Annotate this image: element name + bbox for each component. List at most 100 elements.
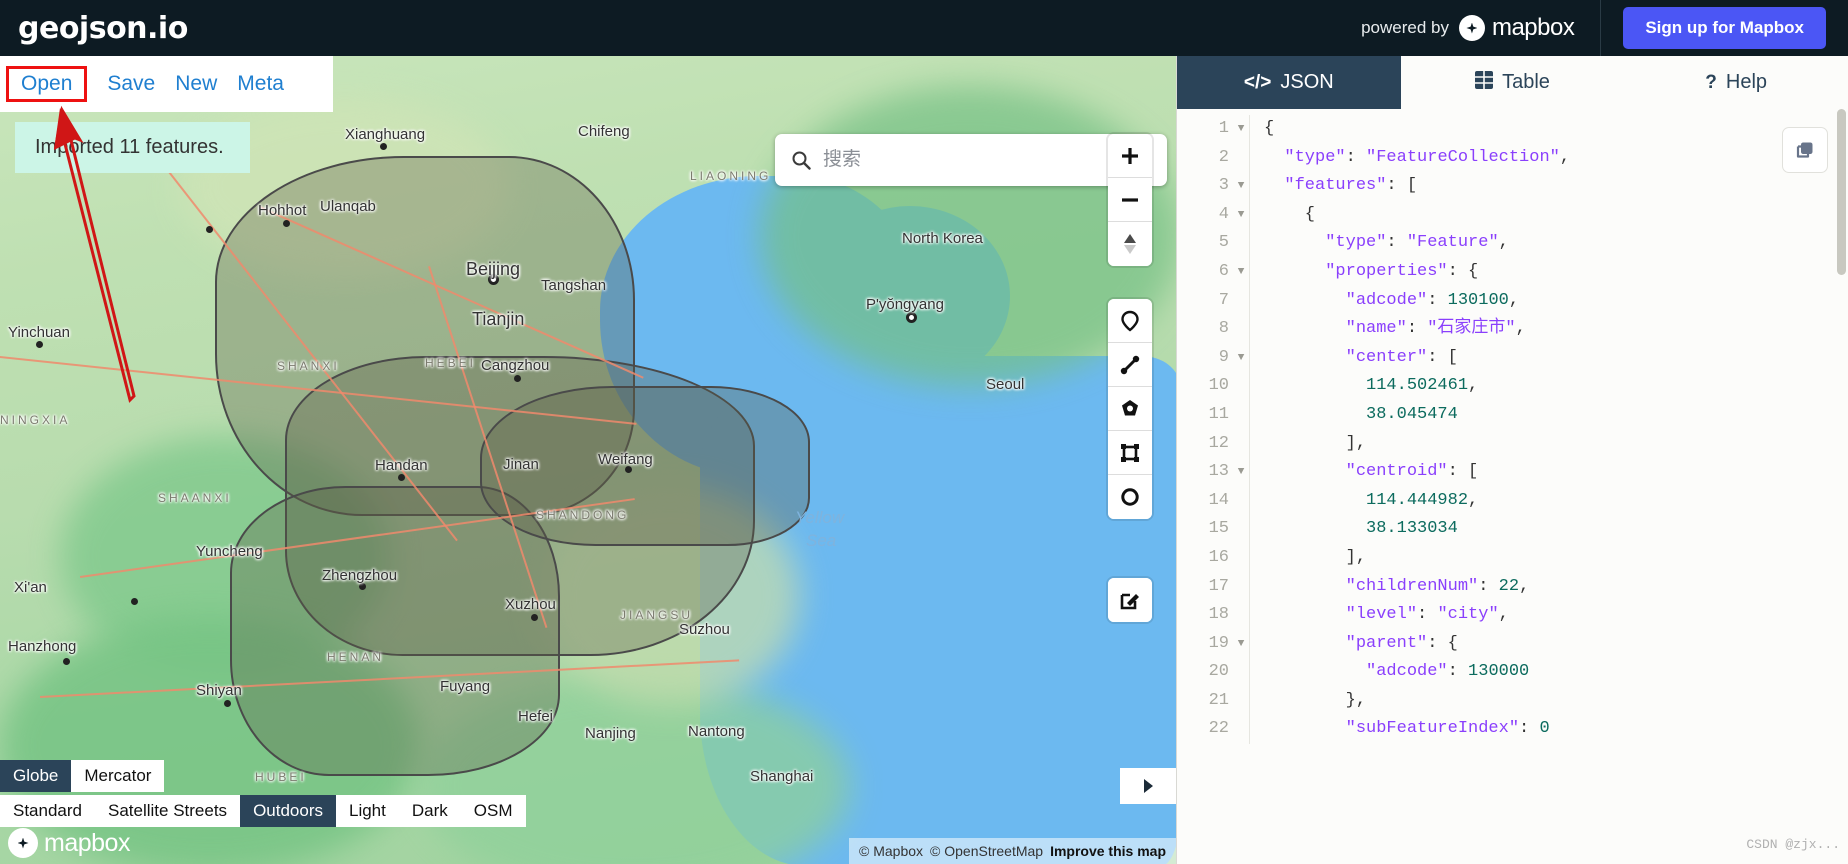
fold-toggle-icon[interactable]: ▼	[1233, 172, 1249, 201]
header-right-group: powered by mapbox Sign up for Mapbox	[1341, 0, 1848, 56]
copy-json-button[interactable]	[1782, 127, 1828, 173]
style-option-outdoors[interactable]: Outdoors	[240, 795, 336, 827]
code-line[interactable]: 15 38.133034	[1177, 515, 1848, 544]
code-line[interactable]: 7 "adcode": 130100,	[1177, 286, 1848, 316]
code-line[interactable]: 3 ▼ "features": [	[1177, 172, 1848, 201]
fold-toggle-icon[interactable]: ▼	[1233, 258, 1249, 287]
map-draw-controls	[1108, 299, 1152, 519]
geojson-io-app: geojson.io powered by mapbox Sign up for…	[0, 0, 1848, 864]
style-option-osm[interactable]: OSM	[460, 795, 526, 827]
menu-item-save[interactable]: Save	[97, 68, 165, 100]
style-option-light[interactable]: Light	[336, 795, 399, 827]
polygon-star-icon	[1122, 399, 1138, 415]
map-city-marker	[359, 583, 366, 590]
map-place-label: Ulanqab	[320, 198, 376, 215]
code-line[interactable]: 1 ▼{	[1177, 115, 1848, 144]
tab-table[interactable]: Table	[1401, 56, 1625, 109]
compass-icon	[1124, 234, 1136, 254]
fold-toggle-icon[interactable]: ▼	[1233, 458, 1249, 487]
map-edit-control	[1108, 578, 1152, 622]
draw-polygon-button[interactable]	[1108, 387, 1152, 431]
map-city-marker	[224, 700, 231, 707]
code-line[interactable]: 14 114.444982,	[1177, 486, 1848, 516]
code-text: 114.444982,	[1249, 486, 1848, 516]
code-text: ],	[1249, 429, 1848, 459]
code-line[interactable]: 9 ▼ "center": [	[1177, 343, 1848, 373]
code-line[interactable]: 4 ▼ {	[1177, 200, 1848, 230]
projection-option-globe[interactable]: Globe	[0, 760, 72, 792]
code-text: 38.045474	[1249, 400, 1848, 430]
editor-scrollbar[interactable]	[1837, 109, 1846, 275]
compass-button[interactable]	[1108, 222, 1152, 266]
code-line[interactable]: 22 "subFeatureIndex": 0	[1177, 715, 1848, 745]
map-pin-icon	[1121, 310, 1139, 332]
draw-point-button[interactable]	[1108, 299, 1152, 343]
draw-rectangle-button[interactable]	[1108, 431, 1152, 475]
attribution-mapbox-link[interactable]: © Mapbox	[859, 843, 923, 859]
tab-json[interactable]: </> JSON	[1177, 56, 1401, 109]
attribution-osm-link[interactable]: © OpenStreetMap	[930, 843, 1043, 859]
code-text: },	[1249, 686, 1848, 716]
style-option-dark[interactable]: Dark	[398, 795, 461, 827]
mapbox-attribution-logo[interactable]: mapbox	[8, 828, 130, 858]
code-line[interactable]: 11 38.045474	[1177, 400, 1848, 430]
code-line[interactable]: 21 },	[1177, 686, 1848, 716]
map-place-label: Chifeng	[578, 123, 630, 140]
style-option-standard[interactable]: Standard	[0, 795, 95, 827]
code-line[interactable]: 2 "type": "FeatureCollection",	[1177, 143, 1848, 173]
code-line[interactable]: 5 "type": "Feature",	[1177, 229, 1848, 258]
expand-panel-button[interactable]	[1120, 768, 1176, 804]
geojson-feature-polygon[interactable]	[230, 486, 560, 776]
map-city-marker	[131, 598, 138, 605]
draw-line-button[interactable]	[1108, 343, 1152, 387]
line-number: 10	[1208, 376, 1229, 396]
code-text: "parent": {	[1249, 629, 1848, 659]
map-city-marker	[283, 220, 290, 227]
fold-toggle-icon[interactable]: ▼	[1233, 630, 1249, 659]
tab-help-label: Help	[1725, 71, 1768, 93]
map-place-label: Sea	[806, 531, 837, 550]
code-text: "features": [	[1249, 172, 1848, 201]
code-text: "type": "Feature",	[1249, 229, 1848, 258]
menu-item-new[interactable]: New	[165, 68, 227, 100]
code-line[interactable]: 18 "level": "city",	[1177, 601, 1848, 630]
zoom-in-button[interactable]	[1108, 134, 1152, 178]
map-canvas[interactable]: Xianghuang Chifeng LIAONING Ulanqab Hohhot Be…	[0, 56, 1176, 864]
code-line[interactable]: 17 "childrenNum": 22,	[1177, 572, 1848, 602]
fold-toggle-icon[interactable]: ▼	[1233, 344, 1249, 373]
code-line[interactable]: 6 ▼ "properties": {	[1177, 257, 1848, 287]
draw-circle-button[interactable]	[1108, 475, 1152, 519]
fold-toggle-icon[interactable]: ▼	[1233, 201, 1249, 230]
style-option-satellite-streets[interactable]: Satellite Streets	[95, 795, 241, 827]
code-line[interactable]: 12 ],	[1177, 429, 1848, 459]
search-input[interactable]	[823, 149, 1151, 171]
edit-button[interactable]	[1108, 578, 1152, 622]
tab-help[interactable]: ? Help	[1624, 56, 1848, 109]
map-place-label: NINGXIA	[0, 413, 71, 427]
map-city-marker	[398, 474, 405, 481]
code-line[interactable]: 13 ▼ "centroid": [	[1177, 458, 1848, 487]
code-line[interactable]: 19 ▼ "parent": {	[1177, 629, 1848, 659]
line-number: 16	[1208, 547, 1229, 567]
json-code-body[interactable]: 1 ▼{2 "type": "FeatureCollection", 3 ▼ "fea…	[1177, 115, 1848, 745]
code-line[interactable]: 10 114.502461,	[1177, 372, 1848, 401]
line-number: 2	[1218, 147, 1229, 167]
zoom-out-button[interactable]	[1108, 178, 1152, 222]
json-code-editor[interactable]: 1 ▼{2 "type": "FeatureCollection", 3 ▼ "fea…	[1177, 109, 1848, 864]
projection-option-mercator[interactable]: Mercator	[71, 760, 165, 792]
code-line[interactable]: 8 "name": "石家庄市",	[1177, 315, 1848, 344]
line-number: 19	[1208, 633, 1229, 653]
powered-by-mapbox: powered by mapbox	[1341, 0, 1602, 56]
menu-item-meta[interactable]: Meta	[227, 68, 294, 100]
search-icon	[792, 151, 811, 170]
code-line[interactable]: 20 "adcode": 130000	[1177, 658, 1848, 687]
code-text: "type": "FeatureCollection",	[1249, 143, 1848, 173]
code-line[interactable]: 16 ],	[1177, 543, 1848, 573]
signup-for-mapbox-button[interactable]: Sign up for Mapbox	[1623, 7, 1826, 49]
menu-item-open[interactable]: Open	[6, 66, 88, 102]
improve-this-map-link[interactable]: Improve this map	[1050, 843, 1166, 859]
fold-toggle-icon[interactable]: ▼	[1233, 115, 1249, 144]
